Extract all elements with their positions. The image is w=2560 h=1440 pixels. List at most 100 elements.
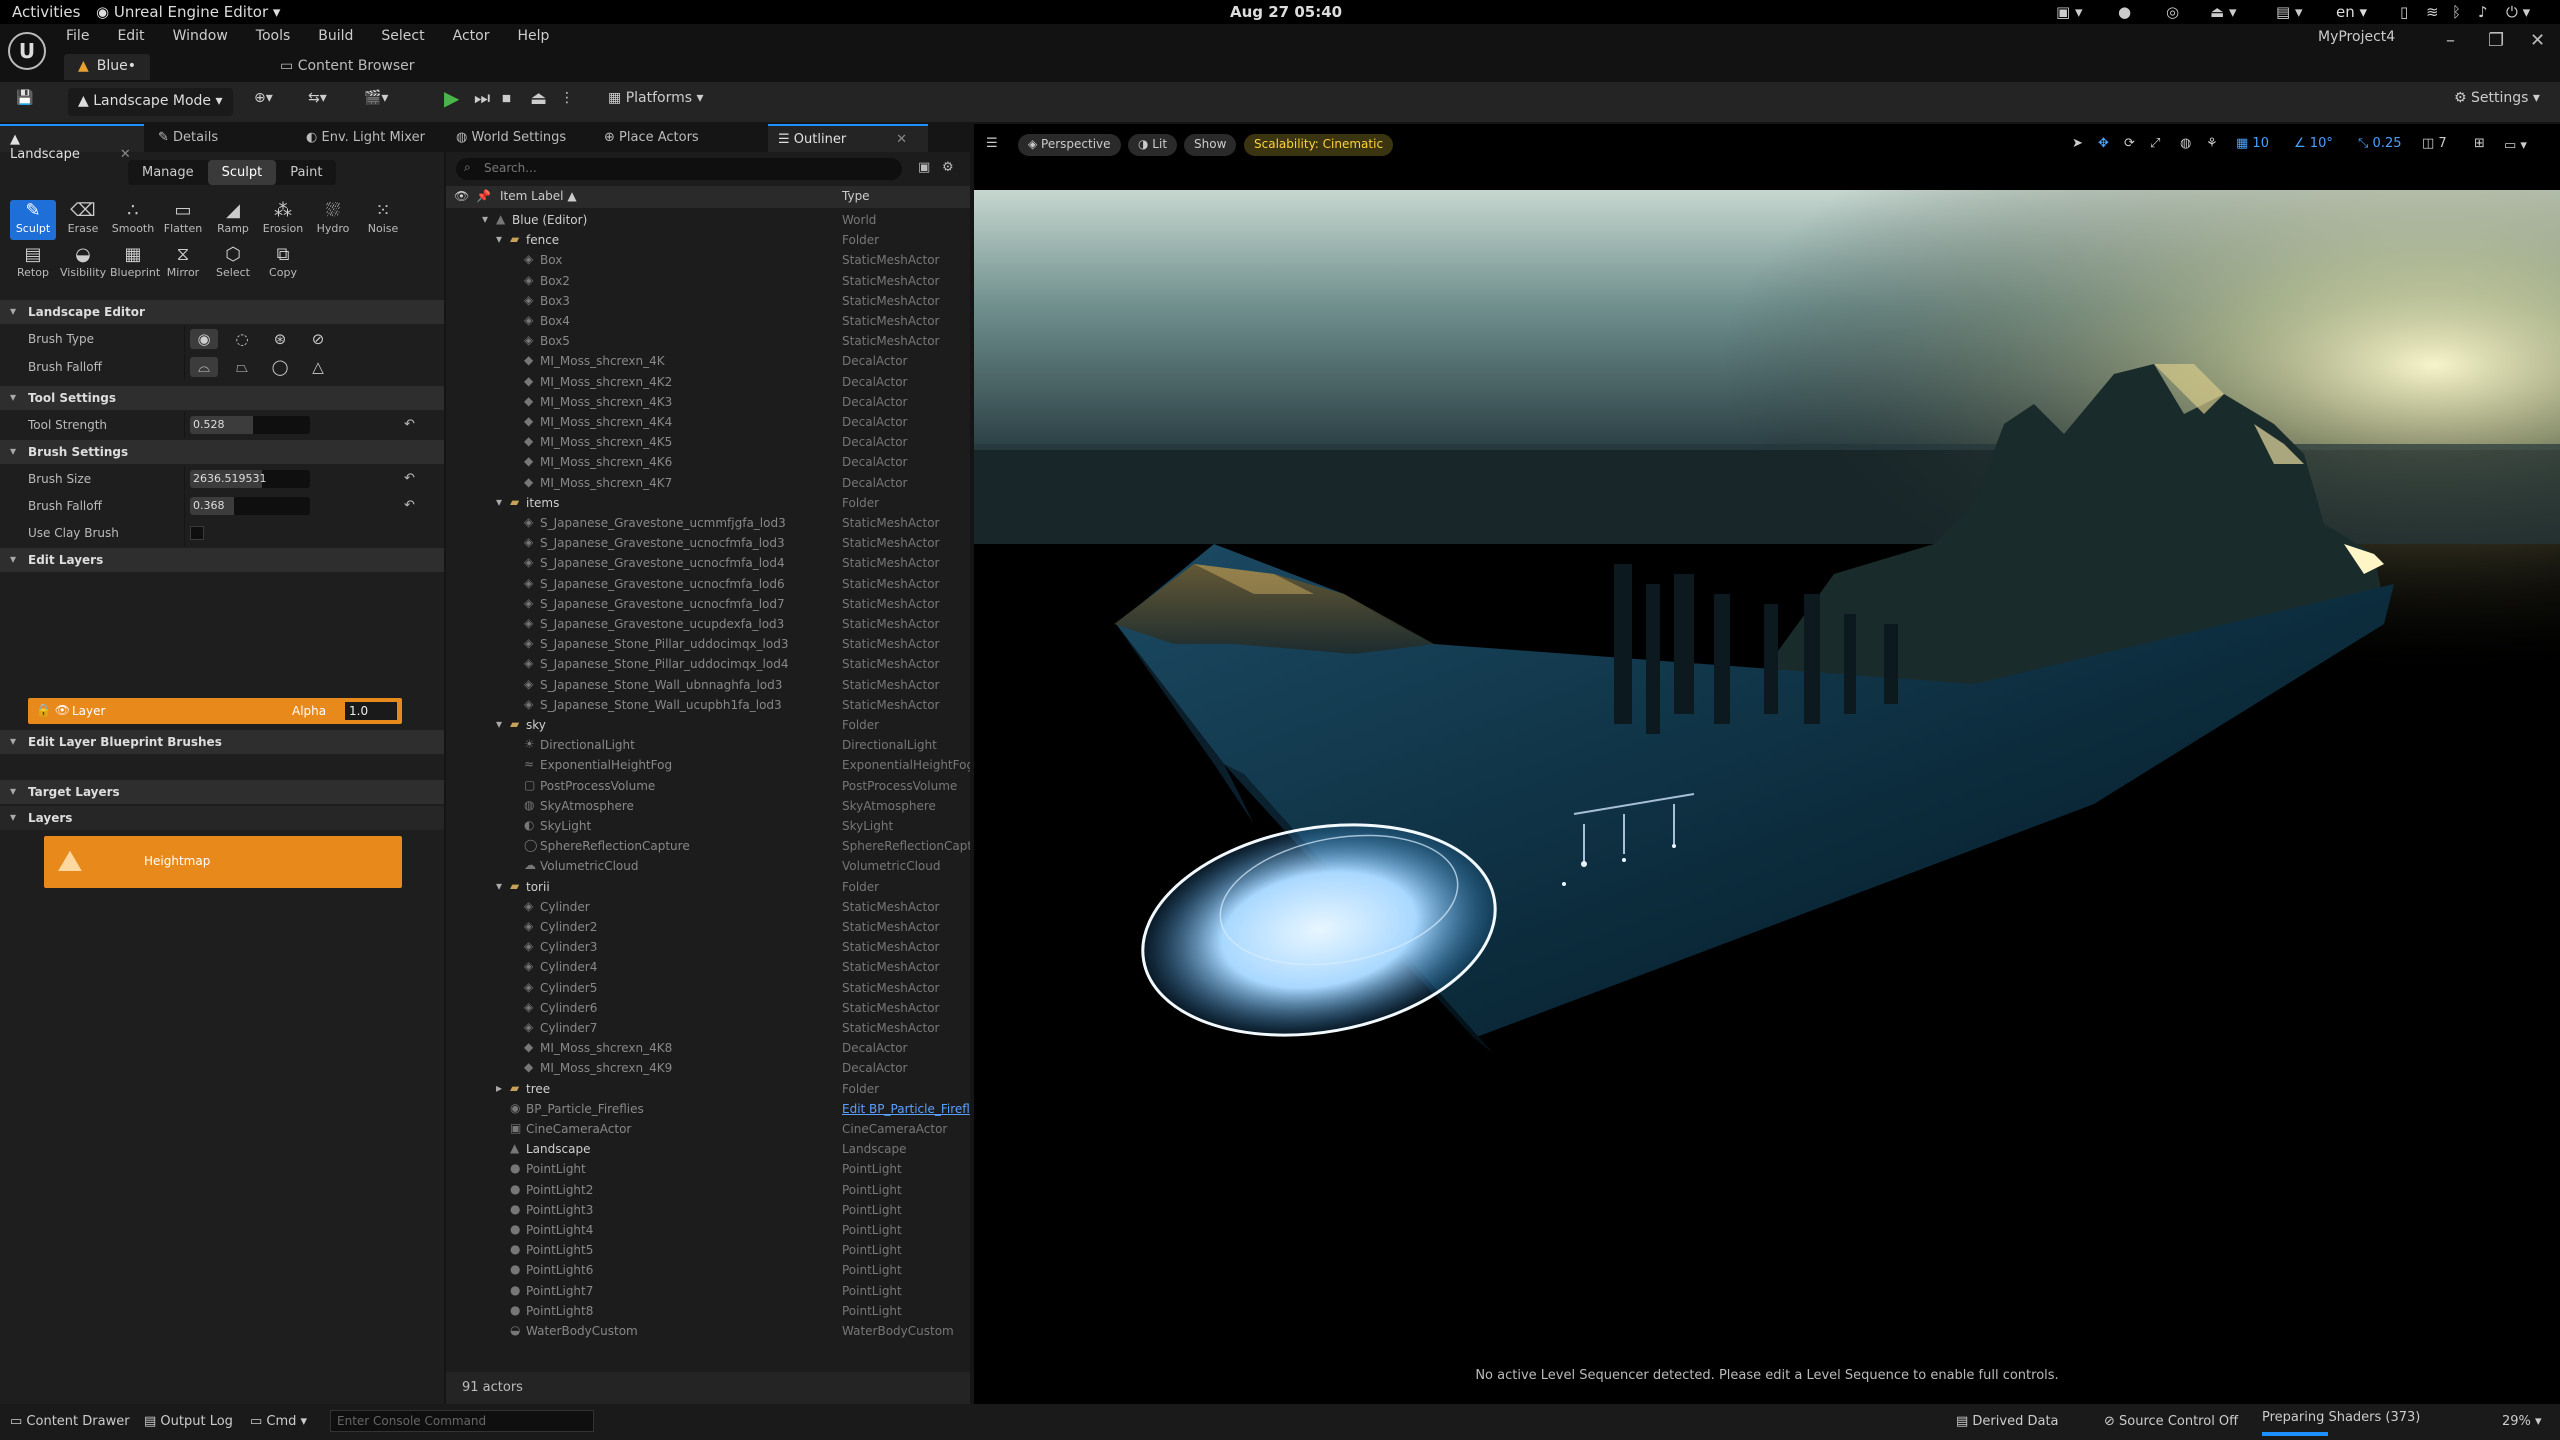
outliner-row[interactable]: ● PointLight7 PointLight: [446, 1281, 970, 1301]
lit-button[interactable]: ◑ Lit: [1128, 134, 1178, 156]
outliner-row[interactable]: ◆ MI_Moss_shcrexn_4K8 DecalActor: [446, 1038, 970, 1058]
outliner-row[interactable]: ◈ S_Japanese_Stone_Wall_ubnnaghfa_lod3 Sta…: [446, 675, 970, 695]
tool-select[interactable]: ⬡ Select: [210, 244, 256, 284]
brush-pattern-icon[interactable]: ⊛: [266, 329, 294, 349]
outliner-row[interactable]: ▲ Landscape Landscape: [446, 1139, 970, 1159]
outliner-row[interactable]: ◈ Cylinder5 StaticMeshActor: [446, 978, 970, 998]
outliner-row[interactable]: ◆ MI_Moss_shcrexn_4K9 DecalActor: [446, 1058, 970, 1078]
camera-speed-button[interactable]: ◫ 7: [2422, 136, 2447, 151]
outliner-row[interactable]: ● PointLight5 PointLight: [446, 1240, 970, 1260]
section-edit-layer-bp-brushes[interactable]: Edit Layer Blueprint Brushes: [0, 730, 444, 754]
outliner-row[interactable]: ● PointLight4 PointLight: [446, 1220, 970, 1240]
falloff-spherical-icon[interactable]: ◯: [266, 357, 294, 377]
outliner-row[interactable]: ▢ PostProcessVolume PostProcessVolume: [446, 776, 970, 796]
eject-icon[interactable]: ⏏ ▾: [2210, 3, 2236, 21]
outliner-row[interactable]: ▣ CineCameraActor CineCameraActor: [446, 1119, 970, 1139]
outliner-row[interactable]: ◒ WaterBodyCustom WaterBodyCustom: [446, 1321, 970, 1341]
zoom-level[interactable]: 29% ▾: [2502, 1414, 2542, 1429]
clock[interactable]: Aug 27 05:40: [1230, 3, 1342, 21]
outliner-row[interactable]: ◈ Box2 StaticMeshActor: [446, 271, 970, 291]
brush-component-icon[interactable]: ⊘: [304, 329, 332, 349]
menu-build[interactable]: Build: [318, 28, 353, 44]
type-header[interactable]: Type: [842, 189, 870, 203]
tool-noise[interactable]: ⁙ Noise: [360, 200, 406, 240]
brush-circle-icon[interactable]: ◉: [190, 329, 218, 349]
outliner-row[interactable]: ◆ MI_Moss_shcrexn_4K6 DecalActor: [446, 452, 970, 472]
tool-copy[interactable]: ⧉ Copy: [260, 244, 306, 284]
outliner-row[interactable]: ● PointLight8 PointLight: [446, 1301, 970, 1321]
outliner-row[interactable]: ● PointLight6 PointLight: [446, 1260, 970, 1280]
mode-paint[interactable]: Paint: [276, 160, 336, 185]
outliner-row[interactable]: ◈ Cylinder7 StaticMeshActor: [446, 1018, 970, 1038]
outliner-row[interactable]: ◍ SkyAtmosphere SkyAtmosphere: [446, 796, 970, 816]
rotate-icon[interactable]: ⟳: [2124, 136, 2135, 151]
platforms-button[interactable]: ▦ Platforms ▾: [608, 90, 704, 106]
outliner-folder-row[interactable]: ▾ ▰ torii Folder: [446, 877, 970, 897]
menu-tools[interactable]: Tools: [256, 28, 291, 44]
outliner-row[interactable]: ◈ S_Japanese_Gravestone_ucnocfmfa_lod7 Sta…: [446, 594, 970, 614]
brush-alpha-icon[interactable]: ◌: [228, 329, 256, 349]
tool-mirror[interactable]: ⧖ Mirror: [160, 244, 206, 284]
scale-icon[interactable]: ⤢: [2150, 136, 2160, 151]
chevron-down-icon[interactable]: ▾: [496, 232, 502, 246]
outliner-row[interactable]: ◆ MI_Moss_shcrexn_4K3 DecalActor: [446, 392, 970, 412]
power-icon[interactable]: ⏻ ▾: [2506, 3, 2530, 21]
chevron-down-icon[interactable]: ▾: [496, 717, 502, 731]
outliner-row[interactable]: ◆ MI_Moss_shcrexn_4K4 DecalActor: [446, 412, 970, 432]
stop-icon[interactable]: ⏹: [502, 88, 511, 109]
menu-edit[interactable]: Edit: [117, 28, 144, 44]
layout-icon[interactable]: ▭ ▾: [2504, 138, 2527, 153]
grid-snap-button[interactable]: ▦ 10: [2236, 136, 2269, 151]
outliner-row[interactable]: ◈ S_Japanese_Stone_Pillar_uddocimqx_lod4 S…: [446, 654, 970, 674]
outliner-folder-row[interactable]: ▾ ▰ items Folder: [446, 493, 970, 513]
chevron-down-icon[interactable]: ▾: [496, 879, 502, 893]
visibility-column-icon[interactable]: 👁: [454, 189, 469, 203]
display-icon[interactable]: ▣ ▾: [2056, 3, 2082, 21]
outliner-row[interactable]: ◈ S_Japanese_Gravestone_ucnocfmfa_lod6 Sta…: [446, 574, 970, 594]
output-log-button[interactable]: ▤ Output Log: [144, 1414, 233, 1429]
tab-env-light-mixer[interactable]: ◐ Env. Light Mixer: [296, 124, 435, 152]
outliner-row[interactable]: ≈ ExponentialHeightFog ExponentialHeightFo…: [446, 755, 970, 775]
section-target-layers[interactable]: Target Layers: [0, 780, 444, 804]
wifi-icon[interactable]: ≋: [2426, 3, 2439, 21]
lock-eye-icon[interactable]: 🔒 👁: [36, 703, 70, 717]
outliner-row[interactable]: ◈ S_Japanese_Gravestone_ucmmfjgfa_lod3 Sta…: [446, 513, 970, 533]
brush-size-field[interactable]: 2636.519531: [190, 470, 310, 488]
save-icon[interactable]: 💾: [16, 90, 33, 106]
tool-flatten[interactable]: ▭ Flatten: [160, 200, 206, 240]
outliner-row[interactable]: ◐ SkyLight SkyLight: [446, 816, 970, 836]
close-icon[interactable]: ✕: [2530, 30, 2545, 51]
translate-icon[interactable]: ✥: [2098, 136, 2109, 151]
content-browser-tab[interactable]: ▭ Content Browser: [280, 58, 415, 74]
eject-icon[interactable]: ⏏: [530, 88, 547, 109]
section-tool-settings[interactable]: Tool Settings: [0, 386, 444, 410]
falloff-tip-icon[interactable]: △: [304, 357, 332, 377]
outliner-row[interactable]: ◈ Box5 StaticMeshActor: [446, 331, 970, 351]
section-brush-settings[interactable]: Brush Settings: [0, 440, 444, 464]
outliner-row[interactable]: ◆ MI_Moss_shcrexn_4K DecalActor: [446, 351, 970, 371]
tab-place-actors[interactable]: ⊕ Place Actors: [594, 124, 709, 152]
heightmap-layer[interactable]: ⛰ Heightmap: [44, 836, 402, 888]
hamburger-icon[interactable]: ☰: [986, 136, 998, 151]
outliner-row[interactable]: ◈ S_Japanese_Stone_Pillar_uddocimqx_lod3 S…: [446, 634, 970, 654]
reset-icon[interactable]: ↶: [404, 471, 415, 486]
tool-retop[interactable]: ▤ Retop: [10, 244, 56, 284]
mode-manage[interactable]: Manage: [128, 160, 208, 185]
level-viewport[interactable]: ☰ ◈ Perspective ◑ Lit Show Scalability: …: [974, 124, 2560, 1404]
add-folder-icon[interactable]: ▣: [918, 160, 930, 175]
tab-outliner[interactable]: ☰ Outliner ✕: [768, 124, 928, 152]
cmd-dropdown[interactable]: ▭ Cmd ▾: [250, 1414, 307, 1429]
tab-landscape[interactable]: ▲ Landscape ✕: [0, 124, 144, 162]
outliner-row[interactable]: ◈ Cylinder3 StaticMeshActor: [446, 937, 970, 957]
minimize-icon[interactable]: –: [2446, 30, 2455, 51]
outliner-row[interactable]: ◈ Box StaticMeshActor: [446, 250, 970, 270]
outliner-row[interactable]: ◈ Box4 StaticMeshActor: [446, 311, 970, 331]
outliner-search-input[interactable]: ⌕ Search...: [456, 158, 902, 180]
menu-help[interactable]: Help: [517, 28, 549, 44]
outliner-row[interactable]: ◆ MI_Moss_shcrexn_4K2 DecalActor: [446, 372, 970, 392]
tool-visibility[interactable]: ◒ Visibility: [60, 244, 106, 284]
cinematics-icon[interactable]: 🎬▾: [364, 90, 388, 106]
section-edit-layers[interactable]: Edit Layers: [0, 548, 444, 572]
outliner-row[interactable]: ◈ S_Japanese_Gravestone_ucnocfmfa_lod3 Sta…: [446, 533, 970, 553]
reset-icon[interactable]: ↶: [404, 498, 415, 513]
